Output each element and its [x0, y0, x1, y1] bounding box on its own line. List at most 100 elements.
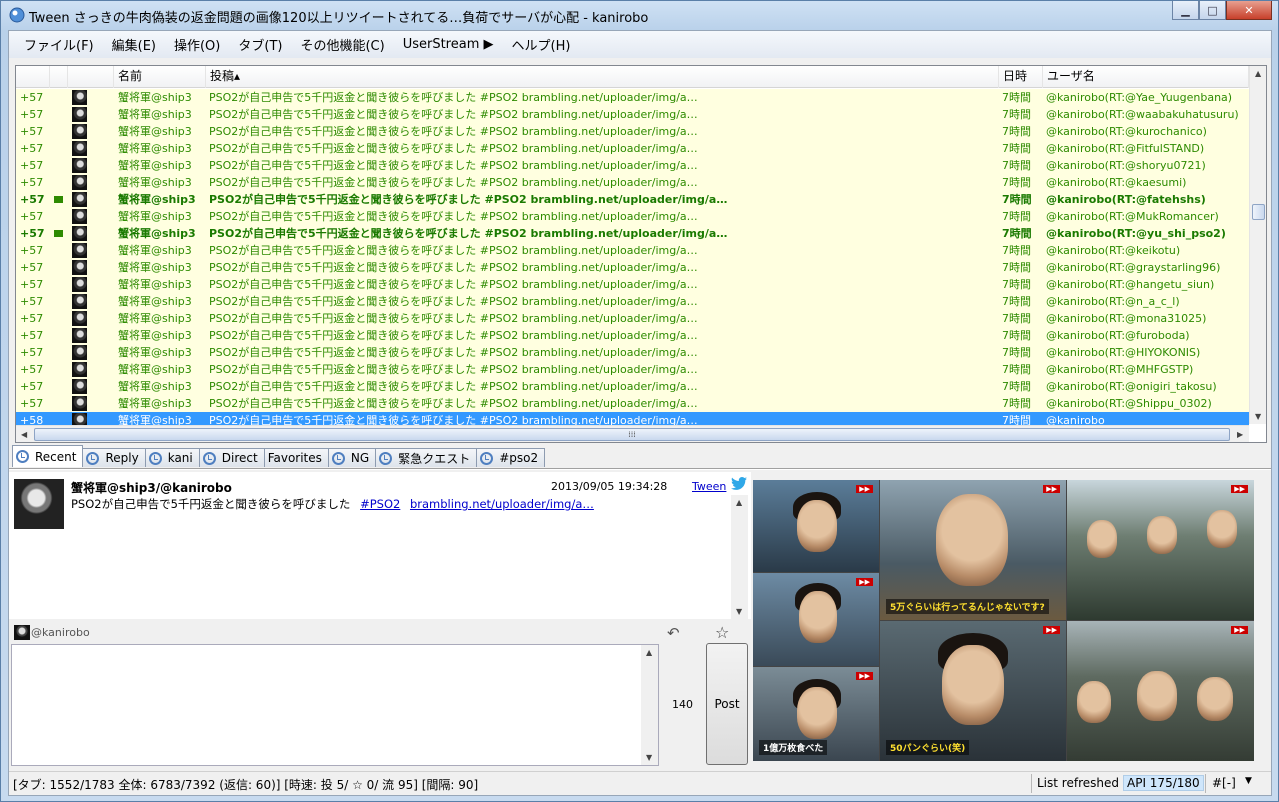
- scroll-up-icon[interactable]: ▲: [646, 648, 652, 657]
- title-bar[interactable]: Tween さっきの牛肉偽装の返金問題の画像120以上リツイートされてる…負荷で…: [1, 1, 1278, 29]
- timeline-list[interactable]: 名前 投稿▴ 日時 ユーザ名 +57 蟹将軍@ship3 PSO2が自己申告で5千円…: [15, 65, 1267, 443]
- header-col-mark[interactable]: [50, 66, 68, 88]
- tab-favorites[interactable]: Favorites: [263, 448, 329, 467]
- header-col-count[interactable]: [16, 66, 50, 88]
- image-preview[interactable]: ▶▶ ▶▶ ▶▶ 1億万枚食べた ▶▶ 5万ぐらいは行ってるんじゃないです? ▶…: [753, 480, 1254, 761]
- star-icon[interactable]: ☆: [715, 623, 729, 642]
- row-name: 蟹将軍@ship3: [118, 193, 196, 206]
- unread-mark: [54, 89, 66, 106]
- menu-userstream[interactable]: UserStream ▶: [394, 37, 503, 52]
- row-time: 7時間: [1002, 346, 1031, 359]
- table-row[interactable]: +57 蟹将軍@ship3 PSO2が自己申告で5千円返金と聞き彼らを呼びました #…: [16, 123, 1249, 140]
- row-count: +57: [20, 142, 44, 155]
- table-row[interactable]: +57 蟹将軍@ship3 PSO2が自己申告で5千円返金と聞き彼らを呼びました #…: [16, 208, 1249, 225]
- tab-reply[interactable]: Reply: [82, 448, 146, 467]
- table-row[interactable]: +57 蟹将軍@ship3 PSO2が自己申告で5千円返金と聞き彼らを呼びました #…: [16, 310, 1249, 327]
- table-row[interactable]: +57 蟹将軍@ship3 PSO2が自己申告で5千円返金と聞き彼らを呼びました #…: [16, 89, 1249, 106]
- main-client: ファイル(F) 編集(E) 操作(O) タブ(T) その他機能(C) UserS…: [8, 30, 1272, 796]
- tweet-input[interactable]: ▲ ▼: [11, 644, 659, 766]
- table-row[interactable]: +57 蟹将軍@ship3 PSO2が自己申告で5千円返金と聞き彼らを呼びました #…: [16, 225, 1249, 242]
- row-post: PSO2が自己申告で5千円返金と聞き彼らを呼びました #PSO2 brambli…: [209, 125, 698, 138]
- table-row[interactable]: +57 蟹将軍@ship3 PSO2が自己申告で5千円返金と聞き彼らを呼びました #…: [16, 378, 1249, 395]
- menu-other[interactable]: その他機能(C): [291, 35, 393, 54]
- scroll-down-icon[interactable]: ▼: [1255, 412, 1261, 421]
- row-user: @kanirobo(RT:@furoboda): [1046, 329, 1190, 342]
- row-user: @kanirobo(RT:@shoryu0721): [1046, 159, 1206, 172]
- table-row[interactable]: +57 蟹将軍@ship3 PSO2が自己申告で5千円返金と聞き彼らを呼びました #…: [16, 395, 1249, 412]
- table-row[interactable]: +57 蟹将軍@ship3 PSO2が自己申告で5千円返金と聞き彼らを呼びました #…: [16, 361, 1249, 378]
- clock-icon: [480, 451, 494, 465]
- reply-icon[interactable]: ↶: [667, 624, 680, 642]
- chevron-down-icon[interactable]: ▼: [1245, 776, 1252, 786]
- timeline-hscroll-thumb[interactable]: ⁞⁞⁞: [34, 428, 1230, 441]
- row-post: PSO2が自己申告で5千円返金と聞き彼らを呼びました #PSO2 brambli…: [209, 210, 698, 223]
- scroll-up-icon[interactable]: ▲: [736, 498, 742, 507]
- unread-mark: [54, 157, 66, 174]
- tab-pso2[interactable]: #pso2: [476, 448, 546, 467]
- user-avatar-image: [72, 294, 87, 309]
- table-row[interactable]: +57 蟹将軍@ship3 PSO2が自己申告で5千円返金と聞き彼らを呼びました #…: [16, 191, 1249, 208]
- scroll-left-icon[interactable]: ◀: [21, 430, 27, 439]
- compose-scrollbar[interactable]: ▲ ▼: [641, 645, 658, 765]
- table-row[interactable]: +57 蟹将軍@ship3 PSO2が自己申告で5千円返金と聞き彼らを呼びました #…: [16, 344, 1249, 361]
- maximize-button[interactable]: □: [1199, 1, 1226, 20]
- row-time: 7時間: [1002, 380, 1031, 393]
- hashtag-link[interactable]: #PSO2: [360, 497, 400, 511]
- tab-ng[interactable]: NG: [327, 448, 377, 467]
- unread-mark: [54, 242, 66, 259]
- scroll-down-icon[interactable]: ▼: [736, 607, 742, 616]
- row-name: 蟹将軍@ship3: [118, 312, 192, 325]
- minimize-button[interactable]: ▁: [1172, 1, 1199, 20]
- detail-scrollbar[interactable]: ▲ ▼: [731, 495, 748, 619]
- table-row[interactable]: +57 蟹将軍@ship3 PSO2が自己申告で5千円返金と聞き彼らを呼びました #…: [16, 174, 1249, 191]
- timeline-scroll-thumb[interactable]: [1252, 204, 1265, 220]
- timeline-horizontal-scrollbar[interactable]: ◀ ⁞⁞⁞ ▶: [16, 425, 1249, 442]
- header-col-user[interactable]: ユーザ名: [1043, 66, 1249, 88]
- table-row[interactable]: +57 蟹将軍@ship3 PSO2が自己申告で5千円返金と聞き彼らを呼びました #…: [16, 276, 1249, 293]
- avatar: [72, 225, 88, 242]
- header-col-icon[interactable]: [68, 66, 114, 88]
- user-avatar-image: [72, 379, 87, 394]
- unread-mark: [54, 378, 66, 395]
- splitter[interactable]: [9, 468, 1271, 470]
- avatar[interactable]: [14, 479, 64, 529]
- header-col-post[interactable]: 投稿▴: [206, 66, 999, 88]
- table-row[interactable]: +57 蟹将軍@ship3 PSO2が自己申告で5千円返金と聞き彼らを呼びました #…: [16, 327, 1249, 344]
- menu-operation[interactable]: 操作(O): [165, 35, 229, 54]
- table-row[interactable]: +57 蟹将軍@ship3 PSO2が自己申告で5千円返金と聞き彼らを呼びました #…: [16, 242, 1249, 259]
- post-button[interactable]: Post: [706, 643, 748, 765]
- row-time: 7時間: [1002, 329, 1031, 342]
- scroll-up-icon[interactable]: ▲: [1255, 69, 1261, 78]
- row-count: +57: [20, 329, 44, 342]
- header-col-time[interactable]: 日時: [999, 66, 1043, 88]
- url-link[interactable]: brambling.net/uploader/img/a…: [410, 497, 594, 511]
- tab-direct[interactable]: Direct: [198, 448, 265, 467]
- avatar: [72, 344, 88, 361]
- tab-kani[interactable]: kani: [144, 448, 200, 467]
- scroll-right-icon[interactable]: ▶: [1237, 430, 1243, 439]
- unread-mark: [54, 106, 66, 123]
- close-button[interactable]: ✕: [1226, 1, 1272, 20]
- row-count: +57: [20, 108, 44, 121]
- detail-via-link[interactable]: Tween: [692, 480, 726, 493]
- timeline-rows: +57 蟹将軍@ship3 PSO2が自己申告で5千円返金と聞き彼らを呼びました #…: [16, 89, 1249, 429]
- header-col-name[interactable]: 名前: [114, 66, 206, 88]
- tab-emergency-quest[interactable]: 緊急クエスト: [375, 448, 478, 467]
- app-window: Tween さっきの牛肉偽装の返金問題の画像120以上リツイートされてる…負荷で…: [0, 0, 1279, 802]
- scroll-down-icon[interactable]: ▼: [646, 753, 652, 762]
- table-row[interactable]: +57 蟹将軍@ship3 PSO2が自己申告で5千円返金と聞き彼らを呼びました #…: [16, 140, 1249, 157]
- timeline-vertical-scrollbar[interactable]: ▲ ▼: [1249, 66, 1266, 424]
- tab-recent[interactable]: Recent: [12, 445, 84, 467]
- table-row[interactable]: +57 蟹将軍@ship3 PSO2が自己申告で5千円返金と聞き彼らを呼びました #…: [16, 157, 1249, 174]
- unread-mark: [54, 327, 66, 344]
- menu-help[interactable]: ヘルプ(H): [503, 35, 580, 54]
- table-row[interactable]: +57 蟹将軍@ship3 PSO2が自己申告で5千円返金と聞き彼らを呼びました #…: [16, 106, 1249, 123]
- row-user: @kanirobo(RT:@yu_shi_pso2): [1046, 227, 1226, 240]
- row-name: 蟹将軍@ship3: [118, 244, 192, 257]
- menu-tab[interactable]: タブ(T): [229, 35, 291, 54]
- menu-file[interactable]: ファイル(F): [15, 35, 103, 54]
- table-row[interactable]: +57 蟹将軍@ship3 PSO2が自己申告で5千円返金と聞き彼らを呼びました #…: [16, 293, 1249, 310]
- hashtag-status[interactable]: #[-]: [1212, 776, 1236, 790]
- table-row[interactable]: +57 蟹将軍@ship3 PSO2が自己申告で5千円返金と聞き彼らを呼びました #…: [16, 259, 1249, 276]
- menu-edit[interactable]: 編集(E): [103, 35, 165, 54]
